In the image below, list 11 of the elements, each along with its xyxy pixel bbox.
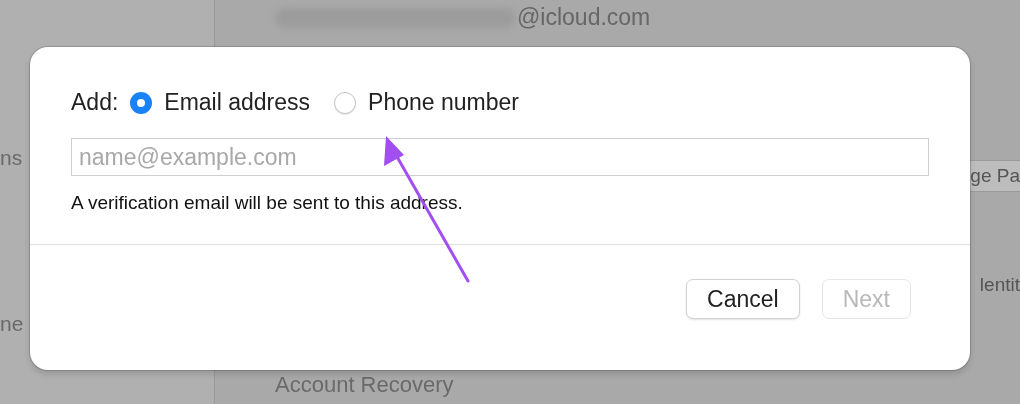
account-email: @icloud.com — [517, 3, 651, 31]
email-field[interactable]: name@example.com — [71, 138, 929, 176]
section-title: Account Recovery — [275, 372, 455, 398]
radio-label[interactable]: Phone number — [368, 89, 519, 116]
radio-button[interactable] — [334, 91, 357, 114]
add-label: Add: — [71, 89, 119, 116]
cancel-button[interactable]: Cancel — [686, 279, 800, 319]
radio-button[interactable] — [130, 91, 153, 114]
row-label: lentit — [979, 274, 1020, 296]
radio-label[interactable]: Email address — [164, 89, 311, 116]
settings-button[interactable]: ge Pa — [967, 160, 1020, 192]
